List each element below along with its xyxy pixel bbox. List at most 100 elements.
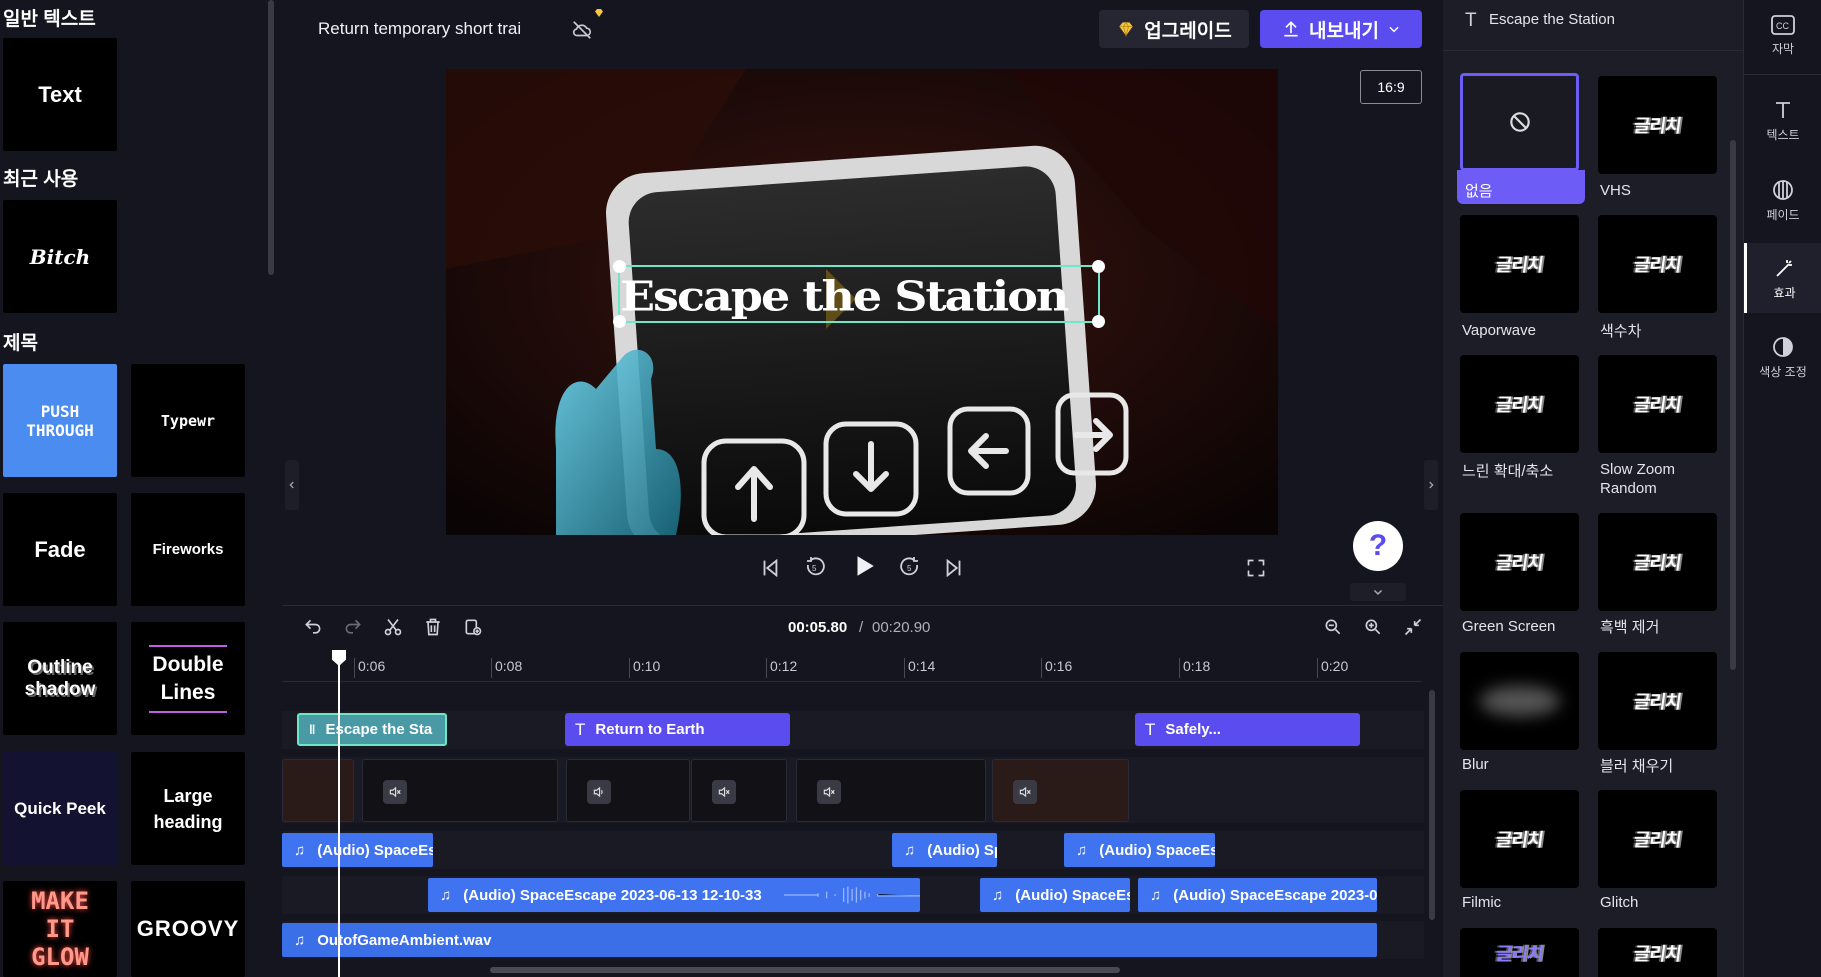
effect-thumb[interactable]: 글리치	[1460, 928, 1579, 977]
effect-glitch[interactable]: 글리치	[1598, 790, 1717, 888]
trash-icon[interactable]	[420, 614, 446, 640]
timeline-v-scrollbar[interactable]	[1429, 690, 1435, 920]
template-push-through[interactable]: PUSH THROUGH	[3, 364, 117, 477]
template-typewriter[interactable]: Typewr	[131, 364, 245, 477]
text-clip[interactable]: T Safely...	[1135, 713, 1360, 746]
export-button[interactable]: 내보내기	[1260, 10, 1422, 48]
template-groovy[interactable]: GROOVY	[131, 881, 245, 977]
zoom-in-icon[interactable]	[1360, 614, 1386, 640]
playhead[interactable]	[338, 652, 340, 977]
text-clip-selected[interactable]: ‖ Escape the Sta	[297, 713, 447, 746]
video-clip[interactable]	[362, 759, 558, 822]
text-clip[interactable]: T Return to Earth	[565, 713, 790, 746]
effect-slow-zoom-random[interactable]: 글리치	[1598, 355, 1717, 453]
audio-clip-label: (Audio) SpaceEscape 2023-06-13 12-10-33	[463, 886, 762, 904]
resize-handle[interactable]	[613, 315, 626, 328]
fullscreen-icon[interactable]	[1242, 554, 1270, 582]
timeline-h-scrollbar[interactable]	[490, 967, 1120, 973]
video-preview[interactable]: Escape the Station	[446, 69, 1278, 535]
effect-none[interactable]	[1460, 73, 1579, 171]
project-title[interactable]: Return temporary short trai	[318, 19, 521, 39]
ruler-tick: 0:06	[358, 658, 386, 674]
resize-handle[interactable]	[1092, 315, 1105, 328]
audio-clip-label: (Audio) SpaceEsc	[1015, 886, 1130, 904]
blur-preview	[1479, 686, 1560, 716]
undo-icon[interactable]	[300, 614, 326, 640]
audio-clip[interactable]: ♫ (Audio) Sp	[892, 833, 997, 867]
rail-fade[interactable]: 페이드	[1744, 165, 1821, 235]
music-note-icon: ♫	[440, 886, 452, 904]
collapse-left-button[interactable]	[285, 460, 299, 510]
effect-remove-black[interactable]: 글리치	[1598, 513, 1717, 611]
zoom-out-icon[interactable]	[1320, 614, 1346, 640]
rewind-5s-icon[interactable]: 5	[800, 552, 830, 582]
skip-to-start-icon[interactable]	[756, 554, 784, 582]
effect-blur-fill[interactable]: 글리치	[1598, 652, 1717, 750]
duplicate-icon[interactable]	[460, 614, 486, 640]
glitch-preview: 글리치	[1494, 830, 1545, 851]
mute-icon[interactable]	[817, 780, 841, 804]
template-make-it-glow[interactable]: MAKE IT GLOW	[3, 881, 117, 977]
collapse-right-button[interactable]	[1424, 460, 1438, 510]
video-clip[interactable]	[282, 759, 354, 822]
mute-icon[interactable]	[383, 780, 407, 804]
template-text[interactable]: Text	[3, 38, 117, 151]
forward-5s-icon[interactable]: 5	[895, 552, 925, 582]
resize-handle[interactable]	[1092, 260, 1105, 273]
effect-vhs[interactable]: 글리치	[1598, 76, 1717, 174]
effect-thumb[interactable]: 글리치	[1598, 928, 1717, 977]
effect-vaporwave[interactable]: 글리치	[1460, 215, 1579, 313]
rail-text[interactable]: 텍스트	[1744, 85, 1821, 155]
effect-blur[interactable]	[1460, 652, 1579, 750]
aspect-ratio-button[interactable]: 16:9	[1360, 70, 1422, 104]
skip-to-end-icon[interactable]	[940, 554, 968, 582]
audio-clip[interactable]: ♫ (Audio) SpaceEsc	[1064, 833, 1215, 867]
glitch-preview: 글리치	[1632, 116, 1683, 137]
redo-icon[interactable]	[340, 614, 366, 640]
effect-slow-zoom[interactable]: 글리치	[1460, 355, 1579, 453]
cloud-off-icon[interactable]	[568, 16, 596, 44]
collapse-timeline-button[interactable]	[1350, 583, 1406, 601]
play-button[interactable]	[848, 550, 880, 582]
template-quick-peek[interactable]: Quick Peek	[3, 752, 117, 865]
timeline-ruler[interactable]	[282, 650, 1422, 682]
template-double-lines[interactable]: Double Lines	[131, 622, 245, 735]
template-outline-shadow[interactable]: Outline shadow	[3, 622, 117, 735]
template-recent[interactable]: Bitch	[3, 200, 117, 313]
help-button[interactable]: ?	[1353, 521, 1403, 571]
template-fade[interactable]: Fade	[3, 493, 117, 606]
rail-label: 페이드	[1766, 207, 1800, 222]
video-clip[interactable]	[796, 759, 986, 822]
rail-label: 효과	[1773, 285, 1796, 300]
mute-icon[interactable]	[1013, 780, 1037, 804]
upgrade-button[interactable]: 업그레이드	[1099, 10, 1249, 48]
template-large-heading[interactable]: Large heading	[131, 752, 245, 865]
video-clip[interactable]	[691, 759, 787, 822]
svg-text:5: 5	[907, 564, 912, 573]
effect-filmic[interactable]: 글리치	[1460, 790, 1579, 888]
audio-clip[interactable]: ♫ (Audio) SpaceEscape 2023-06	[1138, 878, 1377, 912]
audio-clip[interactable]: ♫ (Audio) SpaceEsc	[282, 833, 433, 867]
rail-captions[interactable]: CC 자막	[1744, 0, 1821, 70]
volume-icon[interactable]	[587, 780, 611, 804]
video-clip[interactable]	[992, 759, 1129, 822]
rail-color[interactable]: 색상 조정	[1744, 322, 1821, 392]
drag-handle-icon[interactable]: ‖	[309, 722, 315, 737]
text-overlay-selection[interactable]: Escape the Station	[613, 260, 1105, 328]
effect-chromatic[interactable]: 글리치	[1598, 215, 1717, 313]
left-panel-scrollbar[interactable]	[268, 0, 274, 275]
audio-clip[interactable]: ♫ (Audio) SpaceEsc	[980, 878, 1130, 912]
effects-panel: T Escape the Station 없음 글리치 VHS 글리치 Vapo…	[1443, 0, 1743, 977]
audio-clip[interactable]: ♫ OutofGameAmbient.wav	[282, 923, 1377, 957]
effect-green-screen[interactable]: 글리치	[1460, 513, 1579, 611]
video-clip[interactable]	[566, 759, 690, 822]
effects-scrollbar[interactable]	[1730, 140, 1736, 670]
mute-icon[interactable]	[712, 780, 736, 804]
resize-handle[interactable]	[613, 260, 626, 273]
section-title: 제목	[3, 333, 38, 354]
fit-timeline-icon[interactable]	[1400, 614, 1426, 640]
rail-effects[interactable]: 효과	[1744, 243, 1821, 313]
template-fireworks[interactable]: Fireworks	[131, 493, 245, 606]
scissors-icon[interactable]	[380, 614, 406, 640]
audio-clip[interactable]: ♫ (Audio) SpaceEscape 2023-06-13 12-10-33	[428, 878, 920, 912]
